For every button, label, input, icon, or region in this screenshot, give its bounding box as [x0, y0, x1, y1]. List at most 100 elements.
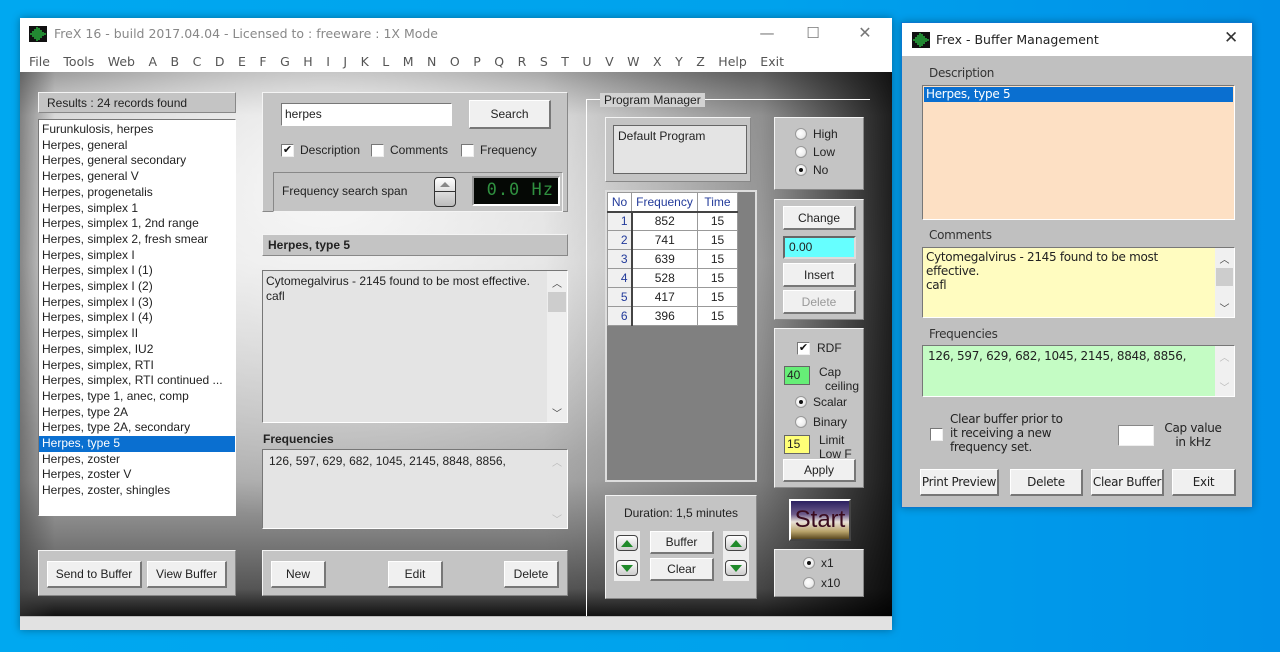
frequency-table[interactable]: No Frequency Time 1 852 15 2 741 15 3 639 15 4 528 15… [607, 192, 738, 326]
time-cell[interactable]: 15 [697, 287, 738, 307]
result-list-item[interactable]: Herpes, zoster [39, 452, 235, 468]
level-radio[interactable] [795, 146, 807, 158]
result-list-item[interactable]: Herpes, simplex II [39, 326, 235, 342]
frequency-cell[interactable]: 528 [631, 268, 698, 288]
result-list-item[interactable]: Herpes, simplex, RTI continued ... [39, 373, 235, 389]
menu-o[interactable]: O [450, 54, 460, 69]
span-spinner[interactable] [434, 177, 456, 207]
description-option[interactable]: ✔ Description [281, 143, 360, 157]
comments-checkbox[interactable] [371, 143, 384, 157]
time-cell[interactable]: 15 [697, 268, 738, 288]
new-record-button[interactable]: New [271, 561, 326, 588]
duration-up-left-button[interactable] [616, 535, 638, 551]
row-number[interactable]: 4 [607, 268, 633, 288]
table-row[interactable]: 6 396 15 [607, 306, 738, 326]
cap-ceiling-field[interactable]: 40 [784, 366, 810, 385]
menu-tools[interactable]: Tools [63, 54, 94, 69]
rdf-option[interactable]: ✔ RDF [797, 341, 842, 355]
column-header-frequency[interactable]: Frequency [631, 192, 698, 213]
scroll-up-icon[interactable]: ︿ [547, 275, 567, 290]
description-checkbox[interactable]: ✔ [281, 143, 294, 157]
menu-h[interactable]: H [303, 54, 312, 69]
result-list-item[interactable]: Herpes, zoster V [39, 467, 235, 483]
menu-d[interactable]: D [215, 54, 225, 69]
menu-g[interactable]: G [280, 54, 290, 69]
result-list-item[interactable]: Herpes, simplex I [39, 248, 235, 264]
menu-i[interactable]: I [326, 54, 330, 69]
frequency-option[interactable]: Frequency [461, 143, 537, 157]
menu-y[interactable]: Y [675, 54, 683, 69]
x10-option[interactable]: x10 [803, 576, 840, 590]
table-row[interactable]: 2 741 15 [607, 230, 738, 250]
limit-low-f-field[interactable]: 15 [784, 435, 810, 454]
row-number[interactable]: 1 [607, 211, 633, 231]
record-comments[interactable]: Cytomegalvirus - 2145 found to be most e… [262, 270, 568, 423]
minimize-button[interactable]: — [744, 18, 790, 48]
result-list-item[interactable]: Herpes, general V [39, 169, 235, 185]
scalar-radio[interactable] [795, 396, 807, 408]
menu-z[interactable]: Z [696, 54, 705, 69]
buffer-comments-scrollbar[interactable]: ︿ ﹀ [1215, 248, 1234, 317]
comments-scrollbar[interactable]: ︿ ﹀ [547, 271, 567, 422]
record-frequencies[interactable]: 126, 597, 629, 682, 1045, 2145, 8848, 88… [262, 449, 568, 529]
send-to-buffer-button[interactable]: Send to Buffer [47, 561, 142, 588]
span-up-arrow-icon[interactable] [435, 178, 455, 192]
program-name-field[interactable]: Default Program [613, 125, 747, 174]
change-button[interactable]: Change [783, 206, 856, 230]
buffer-button[interactable]: Buffer [650, 531, 714, 554]
edit-record-button[interactable]: Edit [388, 561, 443, 588]
result-list-item[interactable]: Herpes, type 2A [39, 405, 235, 421]
scroll-up-icon[interactable]: ︿ [547, 454, 567, 469]
frequency-cell[interactable]: 396 [631, 306, 698, 326]
scroll-down-icon[interactable]: ﹀ [547, 405, 567, 420]
menu-j[interactable]: J [343, 54, 347, 69]
frequency-cell[interactable]: 639 [631, 249, 698, 269]
search-input[interactable]: herpes [281, 103, 452, 126]
column-header-no[interactable]: No [607, 192, 632, 213]
duration-down-left-button[interactable] [616, 560, 638, 576]
level-radio[interactable] [795, 164, 807, 176]
clear-buffer-prior-checkbox[interactable] [930, 428, 943, 441]
menu-web[interactable]: Web [108, 54, 135, 69]
start-button[interactable]: Start [789, 499, 851, 541]
menu-x[interactable]: X [653, 54, 662, 69]
level-option-low[interactable]: Low [795, 145, 835, 159]
level-radio[interactable] [795, 128, 807, 140]
menu-r[interactable]: R [518, 54, 527, 69]
menu-b[interactable]: B [171, 54, 180, 69]
delete-record-button[interactable]: Delete [504, 561, 559, 588]
apply-button[interactable]: Apply [783, 459, 856, 482]
menu-k[interactable]: K [361, 54, 369, 69]
menu-m[interactable]: M [403, 54, 414, 69]
close-button[interactable]: ✕ [842, 18, 888, 48]
buffer-description-item[interactable]: Herpes, type 5 [924, 87, 1233, 102]
frequencies-scrollbar[interactable]: ︿ ﹀ [547, 450, 567, 528]
rdf-checkbox[interactable]: ✔ [797, 341, 810, 355]
buffer-description-list[interactable]: Herpes, type 5 [922, 85, 1235, 220]
table-row[interactable]: 4 528 15 [607, 268, 738, 288]
column-header-time[interactable]: Time [697, 192, 738, 213]
scroll-up-icon[interactable]: ︿ [1215, 349, 1234, 364]
result-list-item[interactable]: Herpes, simplex I (3) [39, 295, 235, 311]
binary-radio[interactable] [795, 416, 807, 428]
buffer-frequencies-scrollbar[interactable]: ︿ ﹀ [1215, 346, 1234, 396]
frequency-checkbox[interactable] [461, 143, 474, 157]
result-list-item[interactable]: Herpes, type 2A, secondary [39, 420, 235, 436]
result-list-item[interactable]: Herpes, general [39, 138, 235, 154]
buffer-comments[interactable]: Cytomegalvirus - 2145 found to be most e… [922, 247, 1235, 318]
menu-n[interactable]: N [427, 54, 436, 69]
menu-e[interactable]: E [238, 54, 246, 69]
result-list-item[interactable]: Herpes, simplex I (4) [39, 310, 235, 326]
menu-c[interactable]: C [193, 54, 202, 69]
time-cell[interactable]: 15 [697, 306, 738, 326]
comments-option[interactable]: Comments [371, 143, 448, 157]
result-list-item[interactable]: Herpes, progenetalis [39, 185, 235, 201]
menu-l[interactable]: L [382, 54, 389, 69]
menu-file[interactable]: File [29, 54, 50, 69]
result-list-item[interactable]: Herpes, simplex I (1) [39, 263, 235, 279]
table-row[interactable]: 5 417 15 [607, 287, 738, 307]
menu-exit[interactable]: Exit [760, 54, 784, 69]
menu-help[interactable]: Help [718, 54, 747, 69]
scroll-down-icon[interactable]: ﹀ [1215, 300, 1234, 315]
row-number[interactable]: 2 [607, 230, 633, 250]
